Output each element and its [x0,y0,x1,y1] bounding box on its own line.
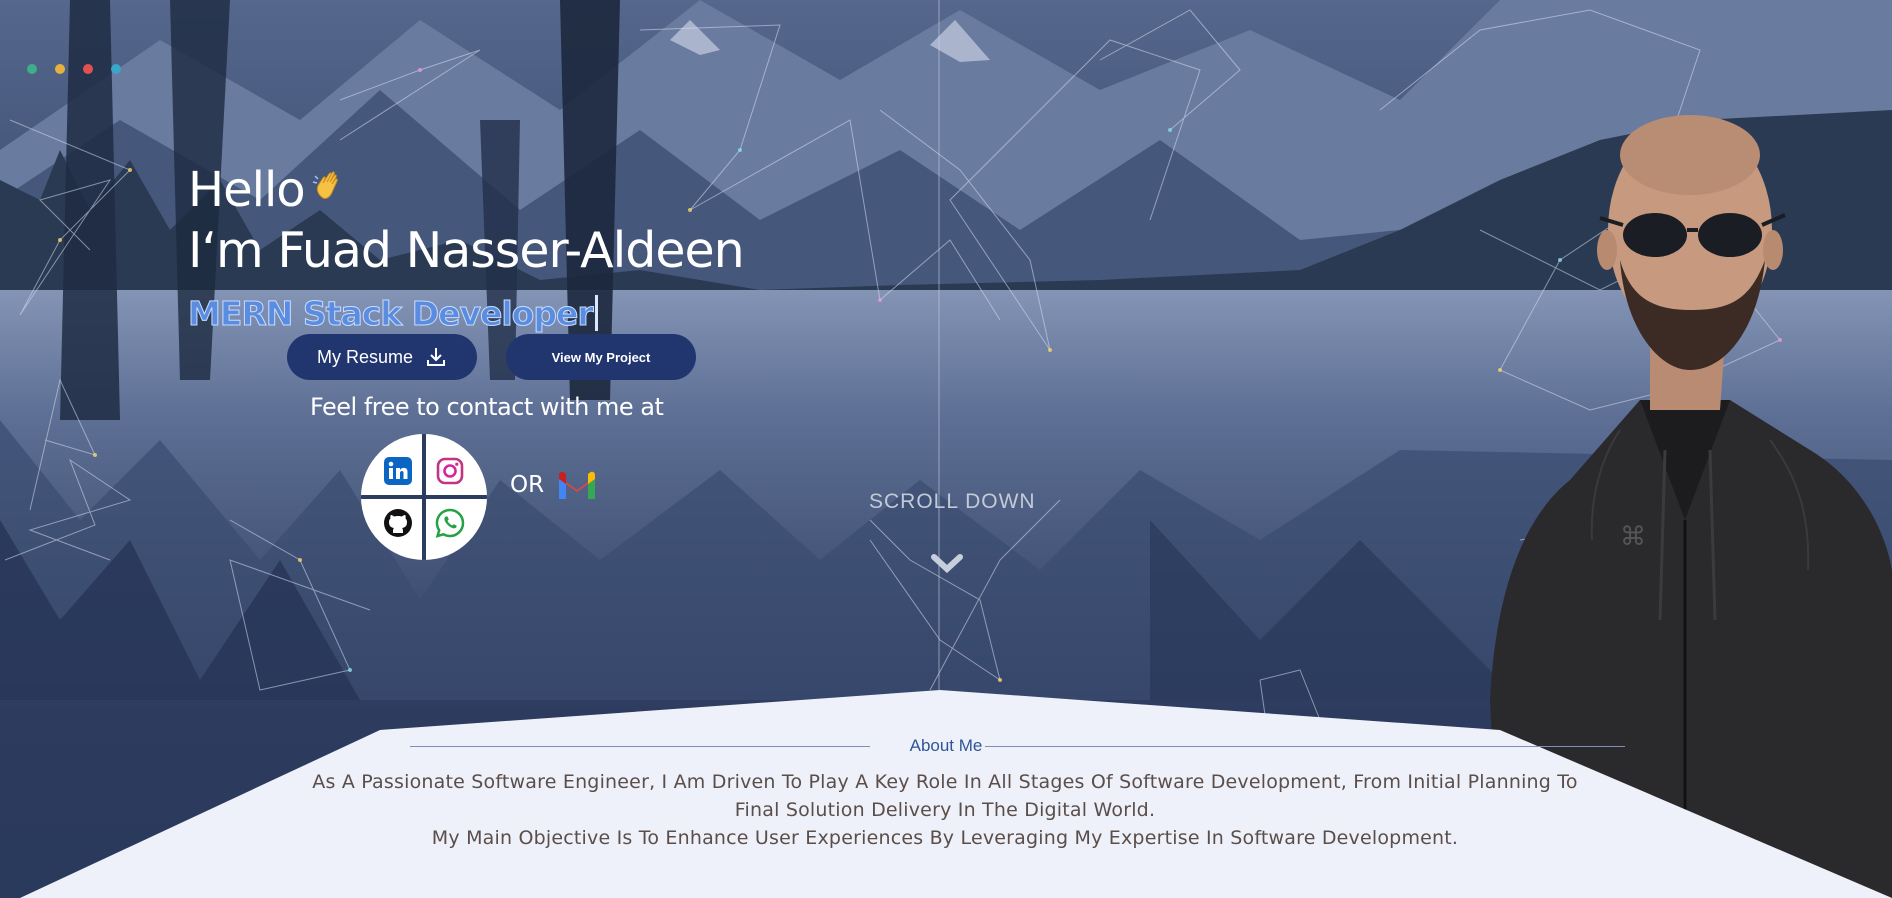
github-link[interactable] [378,503,418,543]
dot-red [83,64,93,74]
chevron-down-icon[interactable] [930,552,964,580]
svg-text:⌘: ⌘ [1620,522,1646,552]
github-icon [384,509,412,537]
about-description: As A Passionate Software Engineer, I Am … [290,768,1600,852]
gmail-link[interactable] [556,469,598,505]
social-links [361,434,487,560]
typing-caret [594,295,598,331]
download-icon [427,348,446,366]
hero-name: I‘m Fuad Nasser-Aldeen [188,222,745,279]
contact-text: Feel free to contact with me at [310,393,664,421]
whatsapp-link[interactable] [430,503,470,543]
social-divider-horizontal [361,495,487,499]
hero-role: MERN Stack Developer [188,294,598,334]
window-dots [27,64,121,74]
dot-green [27,64,37,74]
about-paragraph-2: My Main Objective Is To Enhance User Exp… [431,827,1459,849]
whatsapp-icon [435,508,465,538]
about-divider-right [985,746,1625,747]
resume-button-label: My Resume [316,346,414,367]
instagram-icon [436,457,464,485]
about-section: About Me As A Passionate Software Engine… [0,690,1892,898]
role-text: MERN Stack Developer [188,294,595,334]
resume-button[interactable]: My Resume [287,334,477,380]
greeting-text: Hello [188,162,306,218]
linkedin-icon [384,457,412,485]
about-paragraph-1: As A Passionate Software Engineer, I Am … [312,771,1578,821]
dot-yellow [55,64,65,74]
linkedin-link[interactable] [378,451,418,491]
instagram-link[interactable] [430,451,470,491]
dot-blue [111,64,121,74]
gmail-icon [559,471,595,499]
waving-hand-icon [311,168,347,212]
scroll-down-label: SCROLL DOWN [869,490,1036,513]
hero-greeting: Hello [188,162,347,218]
or-separator: OR [510,472,545,498]
view-project-button[interactable]: View My Project [506,334,696,380]
view-project-button-label: View My Project [551,349,651,365]
